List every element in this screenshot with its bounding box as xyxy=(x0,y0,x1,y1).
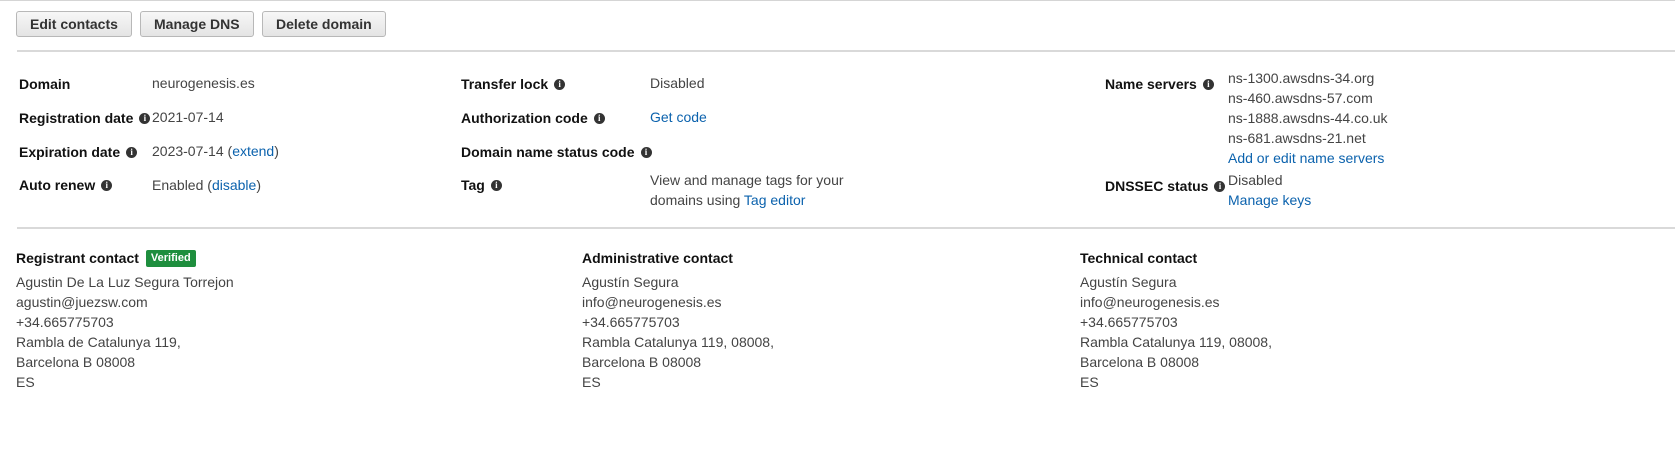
contact-line: agustin@juezsw.com xyxy=(16,294,148,310)
contact-line: Barcelona B 08008 xyxy=(16,354,136,370)
transfer-lock-value: Disabled xyxy=(650,75,705,91)
info-icon[interactable]: i xyxy=(101,179,113,191)
contact-line: info@neurogenesis.es xyxy=(1080,294,1220,310)
disable-link[interactable]: disable xyxy=(212,177,256,193)
contact-line: Barcelona B 08008 xyxy=(1080,354,1200,370)
name-server-item: ns-1888.awsdns-44.co.uk xyxy=(1228,110,1388,126)
edit-contacts-button[interactable]: Edit contacts xyxy=(16,11,132,37)
tag-text: View and manage tags for your domains us… xyxy=(650,170,844,210)
tag-label: Tag i xyxy=(461,175,502,195)
contact-line: ES xyxy=(582,374,601,390)
name-server-item: ns-1300.awsdns-34.org xyxy=(1228,70,1375,86)
tag-text-line: domains using Tag editor xyxy=(650,192,806,208)
domain-label: Domain xyxy=(19,76,71,92)
delete-domain-button[interactable]: Delete domain xyxy=(262,11,386,37)
domain-status-label: Domain name status code i xyxy=(461,142,652,162)
expiration-date-value: 2023-07-14 (extend) xyxy=(152,143,279,159)
contact-line: Rambla Catalunya 119, 08008, xyxy=(1080,334,1272,350)
contact-line: +34.665775703 xyxy=(1080,314,1178,330)
technical-contact-details: Agustín Segura info@neurogenesis.es +34.… xyxy=(1080,272,1272,392)
name-servers-label: Name servers i xyxy=(1105,74,1214,94)
technical-contact-heading: Technical contact xyxy=(1080,250,1198,266)
info-icon[interactable]: i xyxy=(554,78,566,90)
registration-date-label: Registration date i xyxy=(19,108,151,128)
authorization-code-label: Authorization code i xyxy=(461,108,605,128)
info-icon[interactable]: i xyxy=(593,112,605,124)
contact-line: +34.665775703 xyxy=(582,314,680,330)
contact-line: Barcelona B 08008 xyxy=(582,354,702,370)
contact-line: Rambla Catalunya 119, 08008, xyxy=(582,334,774,350)
registrant-contact-details: Agustin De La Luz Segura Torrejon agusti… xyxy=(16,272,234,392)
contact-line: info@neurogenesis.es xyxy=(582,294,722,310)
dnssec-status-label: DNSSEC status i xyxy=(1105,176,1226,196)
registration-date-value: 2021-07-14 xyxy=(152,109,224,125)
get-code-link[interactable]: Get code xyxy=(650,107,707,127)
dnssec-value: Disabled xyxy=(1228,172,1283,188)
info-icon[interactable]: i xyxy=(139,112,151,124)
contact-line: Agustin De La Luz Segura Torrejon xyxy=(16,274,234,290)
contact-line: Rambla de Catalunya 119, xyxy=(16,334,181,350)
contact-line: ES xyxy=(1080,374,1099,390)
verified-badge: Verified xyxy=(145,249,196,267)
extend-link[interactable]: extend xyxy=(232,143,274,159)
auto-renew-value: Enabled (disable) xyxy=(152,177,261,193)
top-border xyxy=(0,0,1675,1)
manage-keys-link[interactable]: Manage keys xyxy=(1228,190,1311,210)
domain-value: neurogenesis.es xyxy=(152,75,255,91)
manage-dns-button[interactable]: Manage DNS xyxy=(140,11,254,37)
divider-middle xyxy=(17,227,1675,229)
expiration-date-label: Expiration date i xyxy=(19,142,138,162)
contact-line: Agustín Segura xyxy=(582,274,679,290)
tag-text-line: View and manage tags for your xyxy=(650,172,844,188)
divider-top xyxy=(17,50,1675,52)
registrant-contact-heading: Registrant contact Verified xyxy=(16,248,196,268)
administrative-contact-details: Agustín Segura info@neurogenesis.es +34.… xyxy=(582,272,774,392)
info-icon[interactable]: i xyxy=(1202,78,1214,90)
transfer-lock-label: Transfer lock i xyxy=(461,74,566,94)
contact-line: ES xyxy=(16,374,35,390)
info-icon[interactable]: i xyxy=(490,179,502,191)
name-server-item: ns-681.awsdns-21.net xyxy=(1228,130,1366,146)
edit-name-servers-link[interactable]: Add or edit name servers xyxy=(1228,148,1388,168)
contact-line: Agustín Segura xyxy=(1080,274,1177,290)
administrative-contact-heading: Administrative contact xyxy=(582,250,733,266)
tag-editor-link[interactable]: Tag editor xyxy=(744,192,805,208)
info-icon[interactable]: i xyxy=(1214,180,1226,192)
info-icon[interactable]: i xyxy=(640,146,652,158)
dnssec-status: Disabled Manage keys xyxy=(1228,170,1311,210)
auto-renew-label: Auto renew i xyxy=(19,175,113,195)
contact-line: +34.665775703 xyxy=(16,314,114,330)
name-servers-list: ns-1300.awsdns-34.org ns-460.awsdns-57.c… xyxy=(1228,68,1388,168)
name-server-item: ns-460.awsdns-57.com xyxy=(1228,90,1373,106)
info-icon[interactable]: i xyxy=(126,146,138,158)
